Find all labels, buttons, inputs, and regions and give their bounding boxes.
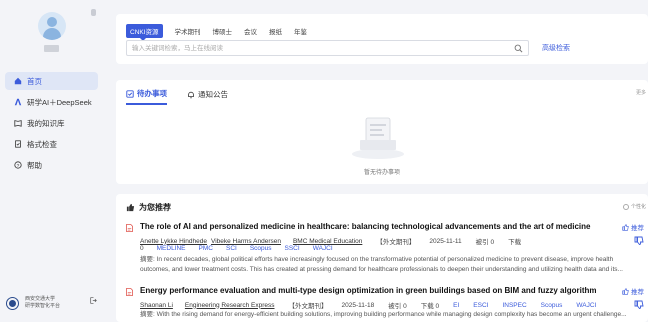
article-type: 【外文期刊】: [376, 239, 416, 246]
dislike-icon[interactable]: [634, 300, 644, 309]
source-link[interactable]: BMC Medical Education: [293, 238, 362, 245]
sidebar-item-ai[interactable]: 研学AI＋DeepSeek: [5, 93, 98, 111]
download-count-value: 0: [140, 245, 144, 252]
index-tag[interactable]: INSPEC: [502, 302, 526, 309]
index-tag[interactable]: Scopus: [541, 302, 563, 309]
dislike-icon[interactable]: [634, 236, 644, 245]
username-placeholder: [44, 45, 59, 52]
book-icon: [14, 120, 22, 127]
tab-yearbook[interactable]: 年鉴: [294, 26, 307, 36]
svg-text:?: ?: [17, 163, 20, 169]
author-link[interactable]: Shaonan Li: [140, 302, 173, 309]
home-icon: [14, 77, 22, 85]
article-title[interactable]: Energy performance evaluation and multi-…: [140, 286, 597, 295]
bell-icon: [188, 91, 194, 98]
sidebar-item-label: 首页: [27, 76, 42, 86]
settings-icon: [622, 203, 629, 210]
avatar[interactable]: [38, 12, 66, 40]
sidebar-item-label: 我的知识库: [27, 118, 65, 128]
tab-todo[interactable]: 待办事项: [126, 88, 167, 105]
ai-icon: [14, 98, 22, 106]
index-tag[interactable]: ESCI: [473, 302, 488, 309]
thumbs-up-icon: [622, 287, 629, 295]
download-count: 下载 0: [420, 303, 440, 310]
more-link[interactable]: 更多: [636, 89, 646, 96]
checkbox-icon: [126, 89, 134, 98]
author-link[interactable]: Vibeke Harms Andersen: [211, 238, 281, 245]
sidebar-item-label: 研学AI＋DeepSeek: [27, 97, 92, 107]
sidebar: 首页 研学AI＋DeepSeek 我的知识库 格式检查 ? 帮助 西安交通大学 …: [0, 0, 108, 322]
school-logo-icon: [6, 296, 19, 310]
index-tag[interactable]: WAJCI: [313, 245, 333, 252]
index-tag[interactable]: SSCI: [285, 245, 300, 252]
sidebar-item-label: 格式检查: [27, 139, 57, 149]
advanced-search-link[interactable]: 高级检索: [542, 43, 570, 53]
index-tag[interactable]: Scopus: [250, 245, 272, 252]
recommend-button[interactable]: 推荐: [622, 286, 644, 296]
sidebar-item-help[interactable]: ? 帮助: [5, 156, 98, 174]
school-name: 西安交通大学: [25, 296, 56, 302]
tab-theses[interactable]: 博硕士: [213, 26, 233, 36]
search-panel: CNKI资源 学术期刊 博硕士 会议 报纸 年鉴 高级检索: [116, 14, 648, 64]
article-type: 【外文期刊】: [288, 303, 328, 310]
tab-journals[interactable]: 学术期刊: [175, 26, 201, 36]
platform-name: 研学数智化平台: [25, 303, 61, 309]
empty-state-illustration: [352, 117, 404, 159]
personalize-toggle[interactable]: 个性化: [622, 203, 646, 210]
empty-state-text: 暂无待办事项: [363, 170, 400, 176]
article-title[interactable]: The role of AI and personalized medicine…: [140, 222, 590, 231]
article-meta: Shaonan Li Engineering Research Express …: [140, 300, 610, 311]
article-abstract: 摘要: With the rising demand for energy-ef…: [140, 311, 627, 318]
article-item: Energy performance evaluation and multi-…: [126, 286, 648, 322]
cited-count: 被引 0: [475, 239, 495, 246]
thumbs-up-icon: [126, 203, 135, 212]
check-doc-icon: [15, 140, 21, 148]
todo-panel: 待办事项 通知公告 更多 暂无待办事项: [116, 80, 648, 184]
thumbs-up-icon: [622, 223, 629, 231]
recommend-panel: 为您推荐 个性化 The role of AI and personalized…: [116, 194, 648, 322]
tab-conference[interactable]: 会议: [244, 26, 257, 36]
school-branding: 西安交通大学 研学数智化平台: [6, 296, 60, 310]
search-box: [126, 40, 529, 56]
tab-notice[interactable]: 通知公告: [187, 88, 228, 105]
article-date: 2025-11-18: [341, 301, 375, 309]
source-link[interactable]: Engineering Research Express: [185, 302, 275, 309]
article-date: 2025-11-11: [429, 237, 462, 245]
todo-tabs: 待办事项 通知公告: [126, 88, 248, 105]
pdf-icon: [126, 288, 133, 296]
recommend-header: 为您推荐: [126, 202, 171, 213]
sidebar-item-label: 帮助: [27, 160, 42, 170]
tab-cnki[interactable]: CNKI资源: [126, 24, 163, 41]
index-tag[interactable]: SCI: [226, 245, 237, 252]
tab-newspaper[interactable]: 报纸: [269, 26, 282, 36]
sidebar-item-format-check[interactable]: 格式检查: [5, 135, 98, 153]
index-tag[interactable]: WAJCI: [576, 302, 596, 309]
download-count: 下载: [508, 239, 522, 246]
article-item: The role of AI and personalized medicine…: [126, 222, 648, 274]
index-tag[interactable]: PMC: [199, 245, 213, 252]
sidebar-item-knowledge[interactable]: 我的知识库: [5, 114, 98, 132]
notification-badge[interactable]: [91, 9, 96, 16]
sidebar-item-home[interactable]: 首页: [5, 72, 98, 90]
search-input[interactable]: [127, 41, 507, 55]
logout-icon[interactable]: [90, 297, 97, 304]
pdf-icon: [126, 224, 133, 232]
help-icon: ?: [14, 161, 22, 169]
index-tag[interactable]: MEDLINE: [157, 245, 186, 252]
article-abstract: 摘要: In recent decades, global political …: [140, 256, 623, 273]
index-tags: 0 MEDLINE PMC SCI Scopus SSCI WAJCI: [140, 245, 346, 252]
sidebar-nav: 首页 研学AI＋DeepSeek 我的知识库 格式检查 ? 帮助: [5, 72, 98, 177]
resource-tabs: CNKI资源 学术期刊 博硕士 会议 报纸 年鉴: [126, 24, 319, 41]
recommend-button[interactable]: 推荐: [622, 222, 644, 232]
author-link[interactable]: Anette Lykke Hindhede: [140, 238, 207, 245]
cited-count: 被引 0: [388, 303, 407, 310]
search-icon[interactable]: [514, 44, 523, 53]
index-tag[interactable]: EI: [453, 302, 459, 309]
